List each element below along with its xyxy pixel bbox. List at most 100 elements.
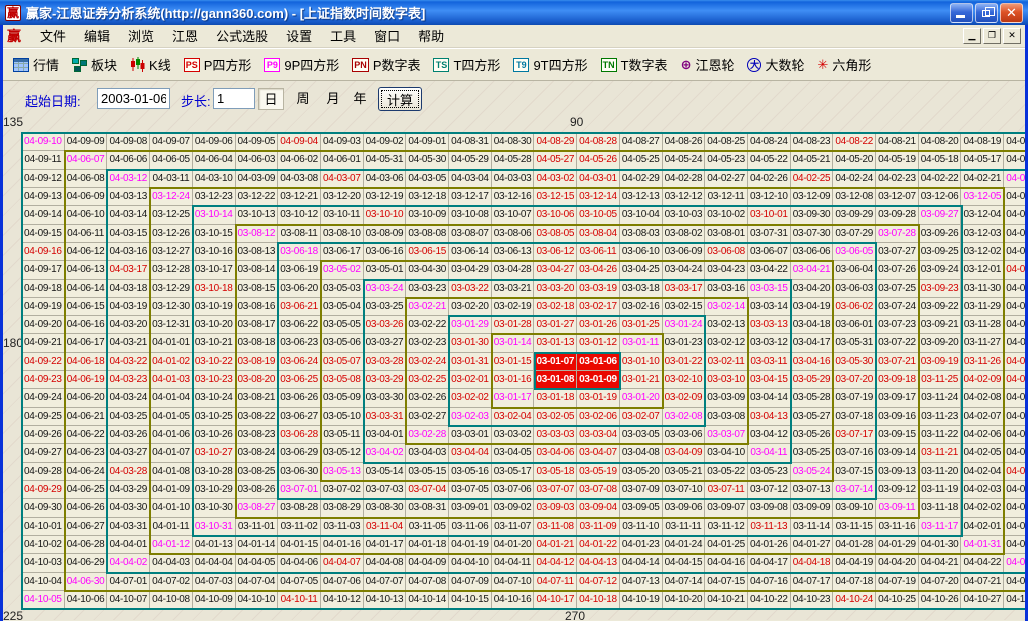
date-cell[interactable]: 04-03-26 <box>107 426 150 444</box>
date-cell[interactable]: 03-03-21 <box>492 280 535 298</box>
date-cell[interactable]: 03-02-27 <box>406 408 449 426</box>
date-cell[interactable]: 04-06-09 <box>65 188 108 206</box>
date-cell[interactable]: 04-02-26 <box>748 170 791 188</box>
date-cell[interactable]: 03-04-14 <box>748 389 791 407</box>
date-cell[interactable]: 04-05-28 <box>492 151 535 169</box>
date-cell[interactable]: 03-01-06 <box>577 353 620 371</box>
date-cell[interactable]: 03-04-22 <box>748 261 791 279</box>
date-cell[interactable]: 04-07-09 <box>449 573 492 591</box>
date-cell[interactable]: 03-11-22 <box>919 426 962 444</box>
date-cell[interactable]: 03-08-04 <box>577 225 620 243</box>
date-cell[interactable]: 04-07-22 <box>1004 573 1025 591</box>
date-cell[interactable]: 03-07-22 <box>876 334 919 352</box>
date-cell[interactable]: 03-06-05 <box>833 243 876 261</box>
date-cell[interactable]: 04-02-24 <box>833 170 876 188</box>
date-cell[interactable]: 04-07-06 <box>321 573 364 591</box>
date-cell[interactable]: 04-05-26 <box>577 151 620 169</box>
date-cell[interactable]: 04-03-02 <box>534 170 577 188</box>
date-cell[interactable]: 03-08-21 <box>236 389 279 407</box>
date-cell[interactable]: 03-12-27 <box>150 243 193 261</box>
date-cell[interactable]: 03-10-12 <box>278 206 321 224</box>
date-cell[interactable]: 03-12-07 <box>876 188 919 206</box>
date-cell[interactable]: 03-11-17 <box>919 518 962 536</box>
date-cell[interactable]: 04-06-14 <box>65 280 108 298</box>
date-cell[interactable]: 04-02-19 <box>1004 188 1025 206</box>
date-cell[interactable]: 04-06-19 <box>65 371 108 389</box>
date-cell[interactable]: 03-05-21 <box>663 463 706 481</box>
date-cell[interactable]: 03-04-30 <box>406 261 449 279</box>
toolbar-item-9T四方形[interactable]: T99T四方形 <box>509 53 591 76</box>
date-cell[interactable]: 04-04-07 <box>321 554 364 572</box>
date-cell[interactable]: 03-04-16 <box>791 353 834 371</box>
date-cell[interactable]: 03-07-17 <box>833 426 876 444</box>
date-cell[interactable]: 03-10-16 <box>193 243 236 261</box>
date-cell[interactable]: 04-01-10 <box>150 499 193 517</box>
date-cell[interactable]: 04-06-21 <box>65 408 108 426</box>
date-cell[interactable]: 03-11-29 <box>961 298 1004 316</box>
date-cell[interactable]: 04-05-22 <box>748 151 791 169</box>
date-cell[interactable]: 03-11-18 <box>919 499 962 517</box>
date-cell[interactable]: 04-06-08 <box>65 170 108 188</box>
date-cell[interactable]: 03-04-01 <box>364 426 407 444</box>
date-cell[interactable]: 03-11-15 <box>833 518 876 536</box>
date-cell[interactable]: 04-06-13 <box>65 261 108 279</box>
date-cell[interactable]: 03-07-28 <box>876 225 919 243</box>
date-cell[interactable]: 04-09-02 <box>364 133 407 151</box>
date-cell[interactable]: 04-06-03 <box>236 151 279 169</box>
date-cell[interactable]: 04-02-29 <box>620 170 663 188</box>
mdi-close-button[interactable]: ✕ <box>1003 28 1021 44</box>
date-cell[interactable]: 04-04-19 <box>833 554 876 572</box>
date-cell[interactable]: 04-07-03 <box>193 573 236 591</box>
date-cell[interactable]: 03-10-04 <box>620 206 663 224</box>
date-cell[interactable]: 04-03-19 <box>107 298 150 316</box>
date-cell[interactable]: 03-12-13 <box>620 188 663 206</box>
date-cell[interactable]: 04-10-09 <box>193 591 236 609</box>
date-cell[interactable]: 03-12-24 <box>150 188 193 206</box>
date-cell[interactable]: 04-08-21 <box>876 133 919 151</box>
date-cell[interactable]: 03-02-20 <box>449 298 492 316</box>
date-cell[interactable]: 04-02-17 <box>1004 225 1025 243</box>
toolbar-item-板块[interactable]: 板块 <box>68 53 121 76</box>
date-cell[interactable]: 04-09-25 <box>22 408 65 426</box>
date-cell[interactable]: 04-03-27 <box>107 444 150 462</box>
date-cell[interactable]: 03-05-05 <box>321 316 364 334</box>
date-cell[interactable]: 03-11-21 <box>919 444 962 462</box>
date-cell[interactable]: 03-02-16 <box>620 298 663 316</box>
date-cell[interactable]: 03-09-10 <box>833 499 876 517</box>
date-cell[interactable]: 03-02-04 <box>492 408 535 426</box>
date-cell[interactable]: 03-01-30 <box>449 334 492 352</box>
date-cell[interactable]: 04-07-07 <box>364 573 407 591</box>
date-cell[interactable]: 04-05-27 <box>534 151 577 169</box>
date-cell[interactable]: 03-03-14 <box>748 298 791 316</box>
toolbar-item-P四方形[interactable]: PSP四方形 <box>180 53 256 76</box>
date-cell[interactable]: 03-03-07 <box>705 426 748 444</box>
date-cell[interactable]: 03-06-02 <box>833 298 876 316</box>
date-cell[interactable]: 03-12-31 <box>150 316 193 334</box>
date-cell[interactable]: 03-05-16 <box>449 463 492 481</box>
date-cell[interactable]: 04-09-14 <box>22 206 65 224</box>
date-cell[interactable]: 04-07-17 <box>791 573 834 591</box>
toolbar-item-江恩轮[interactable]: ⊕江恩轮 <box>677 53 739 76</box>
menu-item-江恩[interactable]: 江恩 <box>163 27 207 46</box>
date-cell[interactable]: 03-09-21 <box>919 316 962 334</box>
date-cell[interactable]: 03-12-10 <box>748 188 791 206</box>
date-cell[interactable]: 03-09-12 <box>876 481 919 499</box>
date-cell[interactable]: 03-12-06 <box>919 188 962 206</box>
date-cell[interactable]: 04-10-14 <box>406 591 449 609</box>
date-cell[interactable]: 03-02-08 <box>663 408 706 426</box>
date-cell[interactable]: 03-05-23 <box>748 463 791 481</box>
date-cell[interactable]: 03-03-18 <box>620 280 663 298</box>
date-cell[interactable]: 04-05-20 <box>833 151 876 169</box>
date-cell[interactable]: 03-01-20 <box>620 389 663 407</box>
date-cell[interactable]: 04-03-07 <box>321 170 364 188</box>
step-input[interactable] <box>213 88 255 109</box>
date-cell[interactable]: 03-01-15 <box>492 353 535 371</box>
date-cell[interactable]: 03-08-18 <box>236 334 279 352</box>
date-cell[interactable]: 04-07-01 <box>107 573 150 591</box>
date-cell[interactable]: 04-09-08 <box>107 133 150 151</box>
date-cell[interactable]: 04-04-13 <box>577 554 620 572</box>
date-cell[interactable]: 03-05-10 <box>321 408 364 426</box>
date-cell[interactable]: 03-02-22 <box>406 316 449 334</box>
date-cell[interactable]: 03-08-19 <box>236 353 279 371</box>
date-cell[interactable]: 03-07-10 <box>663 481 706 499</box>
